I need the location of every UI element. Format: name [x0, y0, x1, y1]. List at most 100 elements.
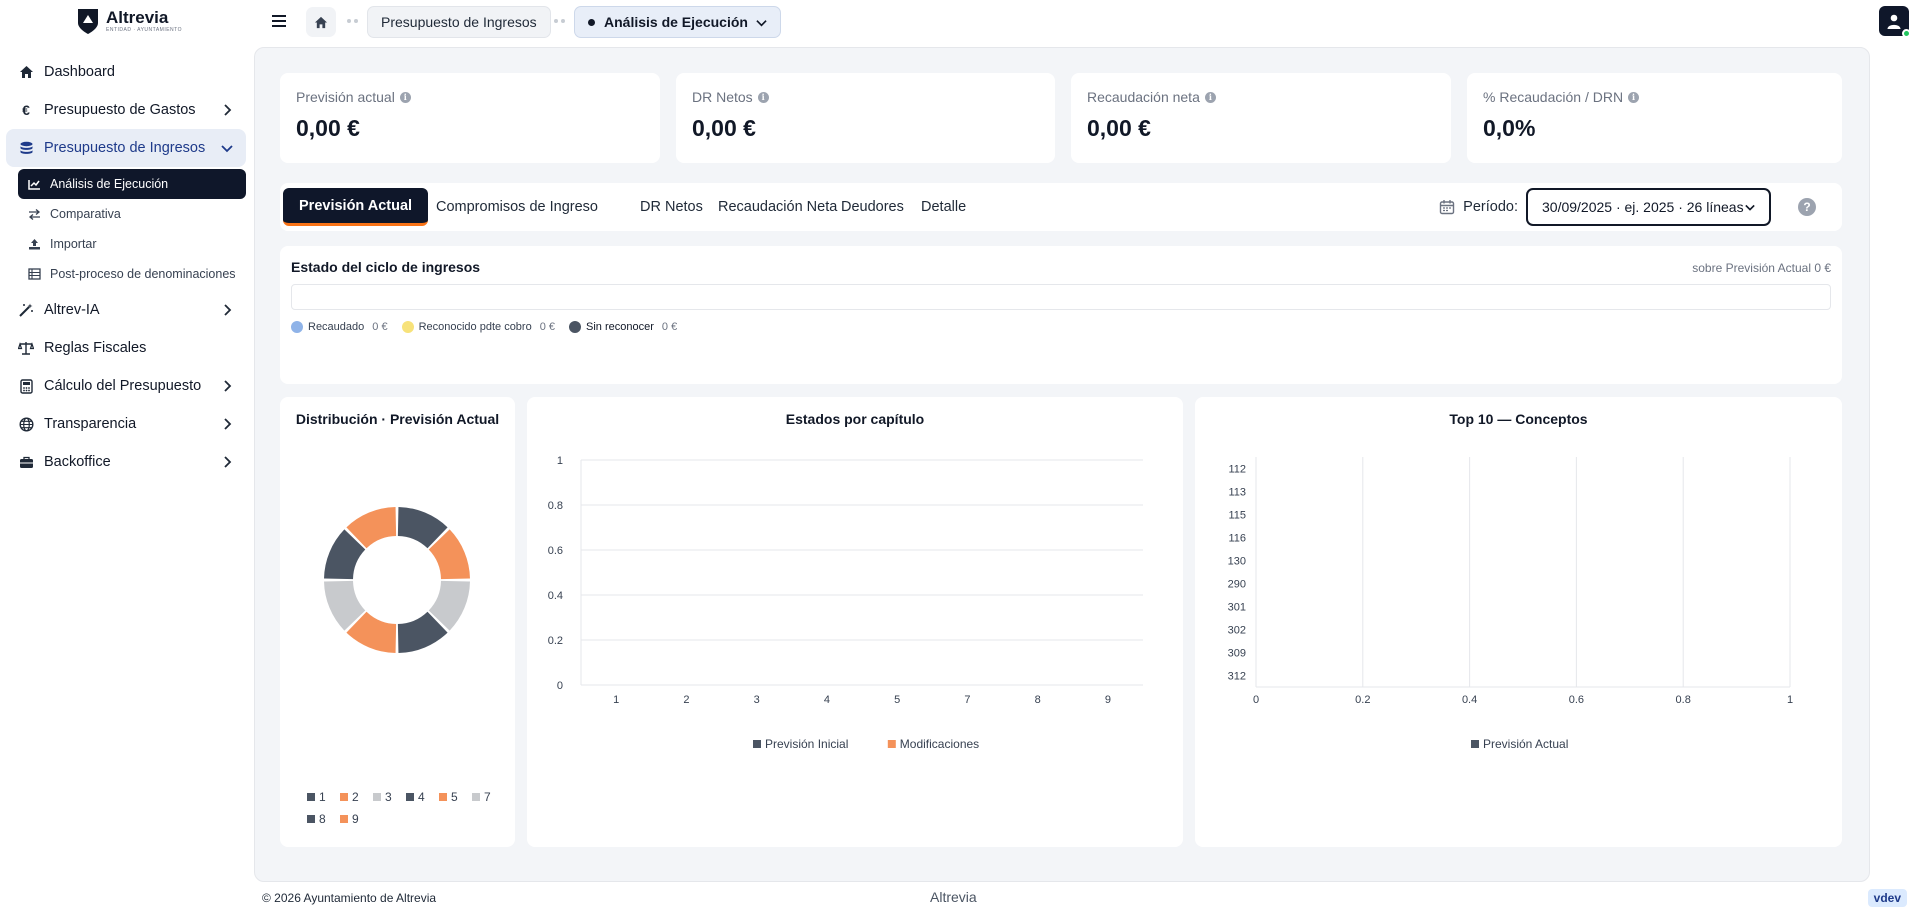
- help-icon[interactable]: ?: [1798, 198, 1816, 216]
- legend-swatch: [406, 793, 414, 801]
- legend-item-reconocido: Reconocido pdte cobro 0 €: [401, 321, 556, 333]
- subnav-item-analisis-ejecucion[interactable]: Análisis de Ejecución: [18, 169, 246, 199]
- calculator-icon: [18, 378, 34, 394]
- periodo-select[interactable]: 30/09/2025 · ej. 2025 · 26 líneas: [1526, 188, 1771, 226]
- sidebar-item-presupuesto-gastos[interactable]: € Presupuesto de Gastos: [6, 91, 246, 129]
- footer-copyright: © 2026 Ayuntamiento de Altrevia: [262, 891, 437, 905]
- subnav-item-postproceso[interactable]: Post-proceso de denominaciones: [18, 259, 246, 289]
- chevron-right-icon: [220, 303, 234, 317]
- hamburger-menu-icon[interactable]: [270, 12, 290, 32]
- euro-icon: €: [22, 102, 30, 118]
- chart-title: Distribución · Previsión Actual: [295, 411, 500, 427]
- legend-label: 1: [319, 790, 326, 804]
- chevron-down-icon: [756, 14, 767, 30]
- user-icon: [1887, 14, 1901, 29]
- briefcase-icon: [18, 454, 34, 470]
- legend-label: Reconocido pdte cobro: [418, 321, 532, 333]
- sidebar-item-label: Dashboard: [44, 64, 115, 80]
- sidebar-item-label: Cálculo del Presupuesto: [44, 378, 202, 394]
- kpi-label: Recaudación neta: [1087, 89, 1200, 105]
- info-icon[interactable]: i: [1628, 91, 1640, 103]
- kpi-label: % Recaudación / DRN: [1483, 89, 1624, 105]
- legend-label: 8: [319, 812, 326, 826]
- home-icon: [18, 64, 34, 80]
- subnav-item-importar[interactable]: Importar: [18, 229, 246, 259]
- x-tick-label: 0.4: [1462, 694, 1477, 706]
- legend-swatch: [340, 793, 348, 801]
- user-menu-button[interactable]: [1879, 6, 1911, 38]
- ciclo-progress-bar: [291, 284, 1831, 310]
- legend-label: 5: [451, 790, 458, 804]
- kpi-value: 0,00 €: [1087, 115, 1151, 141]
- kpi-card-prevision: Previsión actual i 0,00 €: [280, 73, 660, 163]
- y-tick-label: 301: [1228, 602, 1246, 614]
- brand-logo[interactable]: Altrevia ENTIDAD · AYUNTAMIENTO: [76, 7, 182, 35]
- sidebar-item-altrev-ia[interactable]: Altrev-IA: [6, 291, 246, 329]
- legend-value: 0 €: [372, 321, 388, 333]
- y-tick-label: 302: [1228, 625, 1246, 637]
- info-icon[interactable]: i: [1204, 91, 1216, 103]
- subnav-item-label: Comparativa: [50, 207, 121, 221]
- y-tick-label: 115: [1228, 510, 1246, 522]
- ciclo-total: sobre Previsión Actual 0 €: [1692, 261, 1831, 275]
- info-icon[interactable]: i: [757, 91, 769, 103]
- upload-icon: [28, 238, 42, 250]
- kpi-card-recaudacion: Recaudación neta i 0,00 €: [1071, 73, 1451, 163]
- version-badge: vdev: [1867, 889, 1907, 907]
- x-tick-label: 3: [754, 694, 760, 706]
- x-tick-label: 0.6: [1569, 694, 1584, 706]
- chevron-right-icon: [220, 417, 234, 431]
- legend-swatch: [307, 815, 315, 823]
- tab-detalle[interactable]: Detalle: [905, 188, 982, 226]
- sidebar-item-calculo-presupuesto[interactable]: Cálculo del Presupuesto: [6, 367, 246, 405]
- legend-label: 7: [484, 790, 491, 804]
- chevron-down-icon: [220, 141, 234, 155]
- legend-swatch: [373, 793, 381, 801]
- chevron-right-icon: [220, 379, 234, 393]
- subnav-item-comparativa[interactable]: Comparativa: [18, 199, 246, 229]
- sidebar-item-transparencia[interactable]: Transparencia: [6, 405, 246, 443]
- ciclo-legend: Recaudado 0 € Reconocido pdte cobro 0 € …: [291, 321, 677, 333]
- legend-label: 4: [418, 790, 425, 804]
- sidebar-item-label: Altrev-IA: [44, 302, 100, 318]
- legend-swatch: [340, 815, 348, 823]
- breadcrumb-separator: [554, 19, 565, 23]
- shield-logo-icon: [78, 9, 98, 34]
- breadcrumb-home[interactable]: [306, 7, 336, 37]
- y-tick-label: 290: [1228, 579, 1246, 591]
- x-tick-label: 1: [613, 694, 619, 706]
- info-icon[interactable]: i: [399, 91, 411, 103]
- breadcrumb-current-label: Análisis de Ejecución: [604, 14, 748, 30]
- magic-wand-icon: [18, 302, 34, 318]
- chart-card-distribucion: Distribución · Previsión Actual 1 2 3 4 5 7 8 9: [280, 397, 515, 847]
- sidebar-item-reglas-fiscales[interactable]: Reglas Fiscales: [6, 329, 246, 367]
- legend-value: 0 €: [539, 321, 556, 333]
- sidebar-item-backoffice[interactable]: Backoffice: [6, 443, 246, 481]
- legend-swatch: [439, 793, 447, 801]
- kpi-value: 0,00 €: [296, 115, 360, 141]
- main-panel: Previsión actual i 0,00 € DR Netos i 0,00 …: [254, 47, 1870, 882]
- chart-card-top-conceptos: Top 10 — Conceptos 0 0.2 0.4 0.6 0.8 1 112 113 1…: [1195, 397, 1842, 847]
- periodo-control: Período: 30/09/2025 · ej. 2025 · 26 líne…: [1439, 188, 1842, 226]
- kpi-card-porcentaje: % Recaudación / DRN i 0,0%: [1467, 73, 1842, 163]
- chart-line-icon: [28, 179, 42, 190]
- legend-label: 2: [352, 790, 359, 804]
- chart-title: Top 10 — Conceptos: [1449, 411, 1588, 427]
- calendar-icon: [1439, 200, 1455, 215]
- legend-swatch: [1471, 740, 1479, 748]
- periodo-label: Período:: [1463, 199, 1518, 215]
- breadcrumb-current[interactable]: Análisis de Ejecución: [574, 6, 781, 38]
- arrows-exchange-icon: [28, 208, 42, 220]
- y-tick-label: 0.2: [548, 635, 563, 647]
- breadcrumb-section[interactable]: Presupuesto de Ingresos: [367, 6, 551, 38]
- sidebar-item-label: Presupuesto de Gastos: [44, 102, 196, 118]
- brand-subtitle: ENTIDAD · AYUNTAMIENTO: [106, 27, 183, 33]
- sidebar-item-dashboard[interactable]: Dashboard: [6, 53, 246, 91]
- sidebar-item-presupuesto-ingresos[interactable]: Presupuesto de Ingresos: [6, 129, 246, 167]
- topbar: Presupuesto de Ingresos Análisis de Ejec…: [254, 0, 1917, 44]
- y-tick-label: 0.4: [548, 590, 563, 602]
- x-tick-label: 5: [894, 694, 900, 706]
- tab-prevision-actual[interactable]: Previsión Actual: [283, 188, 429, 226]
- breadcrumb-separator: [347, 19, 358, 23]
- tab-compromisos[interactable]: Compromisos de Ingreso: [420, 188, 614, 226]
